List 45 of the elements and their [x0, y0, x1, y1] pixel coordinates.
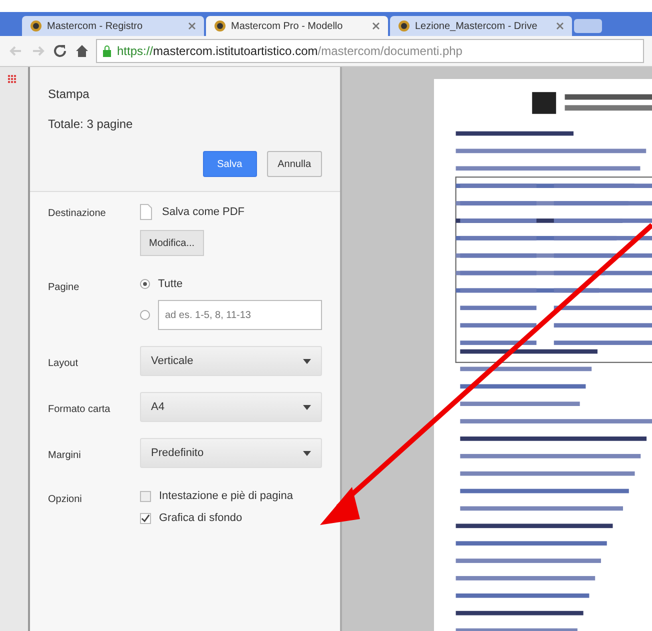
save-button[interactable]: Salva [202, 151, 257, 177]
dropdown[interactable]: A4 [140, 392, 322, 422]
tab-title: Mastercom - Registro [47, 20, 144, 32]
radio-label: Tutte [158, 278, 183, 290]
checkbox[interactable] [140, 490, 151, 502]
dropdown[interactable]: Verticale [140, 346, 322, 376]
tab-title: Lezione_Mastercom - Drive [415, 20, 538, 32]
checkbox-label: Intestazione e piè di pagina [159, 490, 293, 502]
url-text: https://mastercom.istitutoartistico.com/mastercom/documenti.php [117, 44, 462, 58]
reload-icon[interactable] [52, 43, 68, 59]
change-button[interactable]: Modifica... [140, 230, 204, 256]
radio-button[interactable] [140, 279, 150, 289]
document-icon [140, 204, 152, 220]
destination-name: Salva come PDF [162, 206, 245, 218]
tab-title: Mastercom Pro - Modello [231, 20, 344, 32]
page-count: Totale: 3 pagine [48, 117, 134, 131]
close-icon[interactable] [188, 22, 196, 30]
caret-icon [303, 450, 311, 456]
dropdown[interactable]: Predefinito [140, 438, 322, 468]
setting-label: Formato carta [48, 402, 112, 414]
site-icon [214, 20, 226, 32]
caret-icon [303, 358, 311, 364]
checkbox[interactable] [140, 512, 151, 524]
setting-label: Layout [48, 356, 80, 368]
browser-tab[interactable]: Mastercom - Registro [22, 16, 204, 36]
setting-label: Pagine [48, 281, 80, 293]
browser-tab[interactable]: Mastercom Pro - Modello [206, 16, 388, 36]
site-icon [30, 20, 42, 32]
close-icon[interactable] [556, 22, 564, 30]
dialog-title: Stampa [48, 87, 90, 101]
home-icon[interactable] [74, 43, 90, 59]
cancel-button[interactable]: Annulla [266, 151, 322, 177]
browser-tab[interactable]: Lezione_Mastercom - Drive [390, 16, 572, 36]
close-icon[interactable] [372, 22, 380, 30]
setting-label: Margini [48, 448, 82, 460]
radio-button[interactable] [140, 310, 150, 320]
page-range-field[interactable]: ad es. 1-5, 8, 11-13 [158, 300, 322, 330]
site-icon [398, 20, 410, 32]
apps-icon[interactable] [8, 75, 17, 84]
address-bar[interactable]: https://mastercom.istitutoartistico.com/mastercom/documenti.php [96, 39, 644, 63]
setting-label: Opzioni [48, 493, 83, 505]
setting-label: Destinazione [48, 207, 107, 219]
lock-icon [102, 45, 112, 57]
checkbox-label: Grafica di sfondo [159, 512, 242, 524]
caret-icon [303, 404, 311, 410]
